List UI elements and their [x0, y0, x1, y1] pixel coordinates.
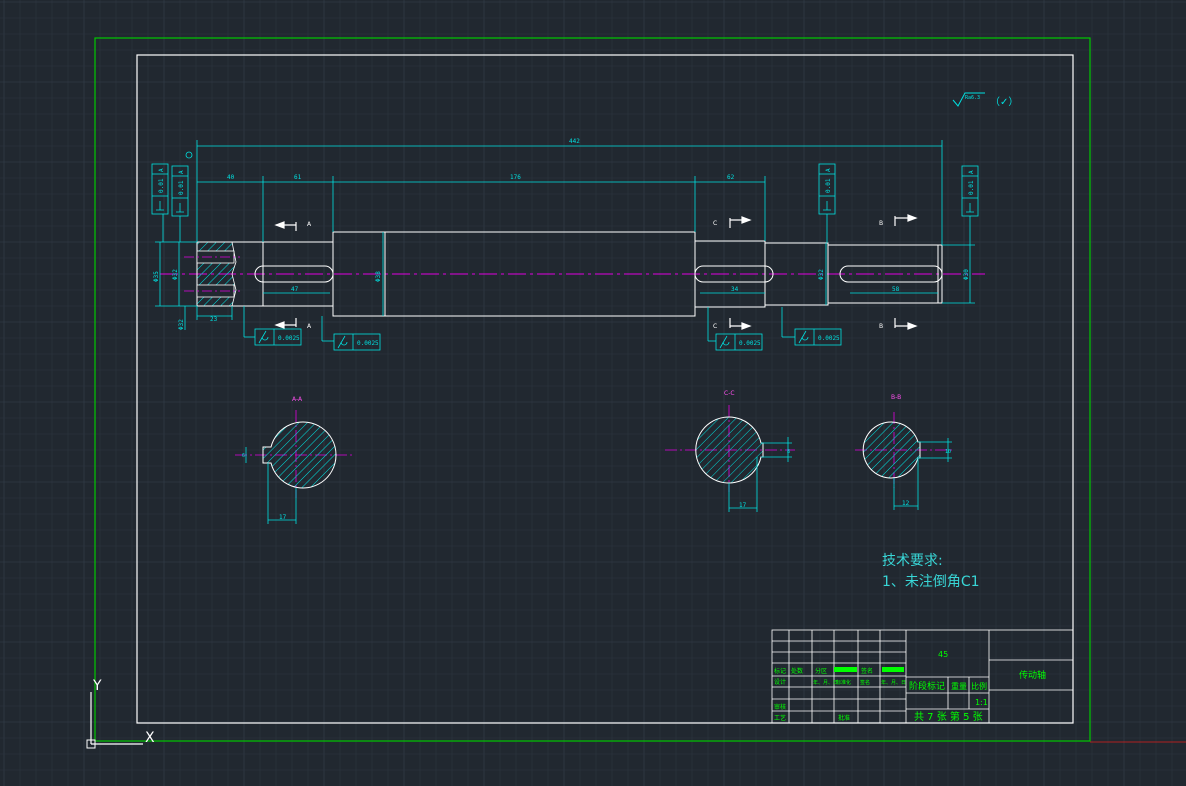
- dim-seg-mid: 176: [510, 174, 521, 181]
- tb-label-zone: 分区: [815, 667, 827, 675]
- dim-dia-left2: Φ32: [172, 269, 179, 280]
- dim-dia-right2: Φ30: [963, 269, 970, 280]
- tol-left-2: 0.01: [178, 180, 185, 195]
- tol-right-1: 0.01: [825, 178, 832, 193]
- tol-right-2: 0.01: [968, 180, 975, 195]
- tb-label-process: 工艺: [774, 714, 786, 722]
- roughness-other: （✓）: [990, 96, 1018, 108]
- dim-overall: 442: [569, 138, 580, 145]
- dim-seg-left: 40: [227, 174, 235, 181]
- section-view-cc[interactable]: C-C 17 8: [665, 390, 795, 512]
- section-c-bottom: C: [713, 323, 717, 330]
- sec-small-aa: 6: [242, 453, 245, 459]
- tb-label-standard: 标准化: [836, 679, 851, 686]
- section-a-bottom: A: [307, 323, 312, 330]
- tb-weight: 重量: [951, 681, 967, 691]
- section-b-bottom: B: [879, 323, 883, 330]
- dim-seg-right: 62: [727, 174, 735, 181]
- tb-scale-label: 比例: [971, 681, 987, 691]
- datum-left-2: A: [178, 170, 185, 174]
- view-label-aa: A-A: [292, 396, 303, 403]
- tb-label-sign2: 签名: [860, 679, 870, 686]
- tol-left-1: 0.01: [158, 178, 165, 193]
- cyl-3: 0.0025: [739, 340, 761, 347]
- dimension-labels: 442 40 61 176 62 47 34 58 23 Φ38 Φ35 Φ32…: [153, 138, 970, 330]
- tb-material: 45: [938, 650, 948, 659]
- tb-stage-mark: 阶段标记: [909, 680, 945, 692]
- dim-key-right: 58: [892, 286, 900, 293]
- tolerance-labels: 0.01 0.01 0.01 0.01 A A A A: [158, 168, 975, 195]
- cad-drawing-canvas[interactable]: 442 40 61 176 62 47 34 58 23 Φ38 Φ35 Φ32…: [0, 0, 1186, 786]
- datum-left-1: A: [158, 168, 165, 172]
- dim-seg-a: 61: [294, 174, 302, 181]
- cyl-4: 0.0025: [818, 335, 840, 342]
- sec-dim-aa: 17: [279, 514, 287, 521]
- section-a-top: A: [307, 221, 312, 228]
- cyl-2: 0.0025: [357, 340, 379, 347]
- shaft-main-view[interactable]: [160, 231, 985, 317]
- background-grid: [0, 0, 1186, 786]
- ucs-x-label: X: [145, 730, 155, 746]
- cyl-1: 0.0025: [278, 335, 300, 342]
- dim-dia-left: Φ35: [153, 271, 160, 282]
- dim-23: 23: [210, 316, 218, 323]
- tb-label-mark: 标记: [774, 667, 786, 675]
- section-view-aa[interactable]: A-A 17 6: [235, 396, 352, 524]
- dim-dia-bottom: Φ32: [178, 319, 185, 330]
- section-b-top: B: [879, 220, 883, 227]
- tb-label-design: 设计: [774, 678, 786, 686]
- view-label-cc: C-C: [724, 390, 735, 397]
- tb-label-date: 年、月、日: [813, 679, 838, 686]
- section-view-bb[interactable]: B-B 12 10: [855, 394, 955, 510]
- tb-label-sign: 签名: [861, 667, 873, 675]
- dim-dia-right: Φ32: [818, 269, 825, 280]
- dim-key-left: 47: [291, 286, 299, 293]
- title-block-text: 45 传动轴 阶段标记 重量 比例 1:1 共 7 张 第 5 张 标记 处数 …: [774, 650, 1046, 723]
- tech-req-title: 技术要求:: [882, 553, 943, 569]
- ucs-y-label: Y: [92, 678, 102, 694]
- datum-right-2: A: [968, 170, 975, 174]
- sec-dim-cc: 17: [739, 502, 747, 509]
- section-marker-labels: A A C C B B: [307, 220, 883, 330]
- roughness-symbol: Ra6.3 （✓）: [952, 92, 1018, 108]
- tech-req-item-1: 1、未注倒角C1: [882, 574, 980, 590]
- tb-label-count: 处数: [791, 667, 803, 675]
- tb-label-approve: 批准: [838, 714, 850, 722]
- technical-requirements: 技术要求: 1、未注倒角C1: [882, 553, 980, 590]
- sec-small-cc: 8: [787, 449, 790, 455]
- dim-dia-main: Φ38: [375, 271, 382, 282]
- section-c-top: C: [713, 220, 717, 227]
- view-label-bb: B-B: [891, 394, 901, 401]
- tb-sheet-info: 共 7 张 第 5 张: [914, 710, 983, 723]
- datum-right-1: A: [825, 168, 832, 172]
- tb-label-review: 审核: [774, 703, 786, 711]
- drawing-frame: [136, 54, 1074, 724]
- dim-key-mid: 34: [731, 286, 739, 293]
- ucs-icon: Y X: [86, 678, 155, 749]
- tb-scale: 1:1: [975, 698, 988, 707]
- tb-label-date2: 年、月、日: [881, 679, 906, 686]
- roughness-value: Ra6.3: [965, 95, 980, 101]
- sec-small-bb: 10: [945, 449, 951, 455]
- tb-part-name: 传动轴: [1019, 669, 1046, 681]
- sec-dim-bb: 12: [902, 500, 910, 507]
